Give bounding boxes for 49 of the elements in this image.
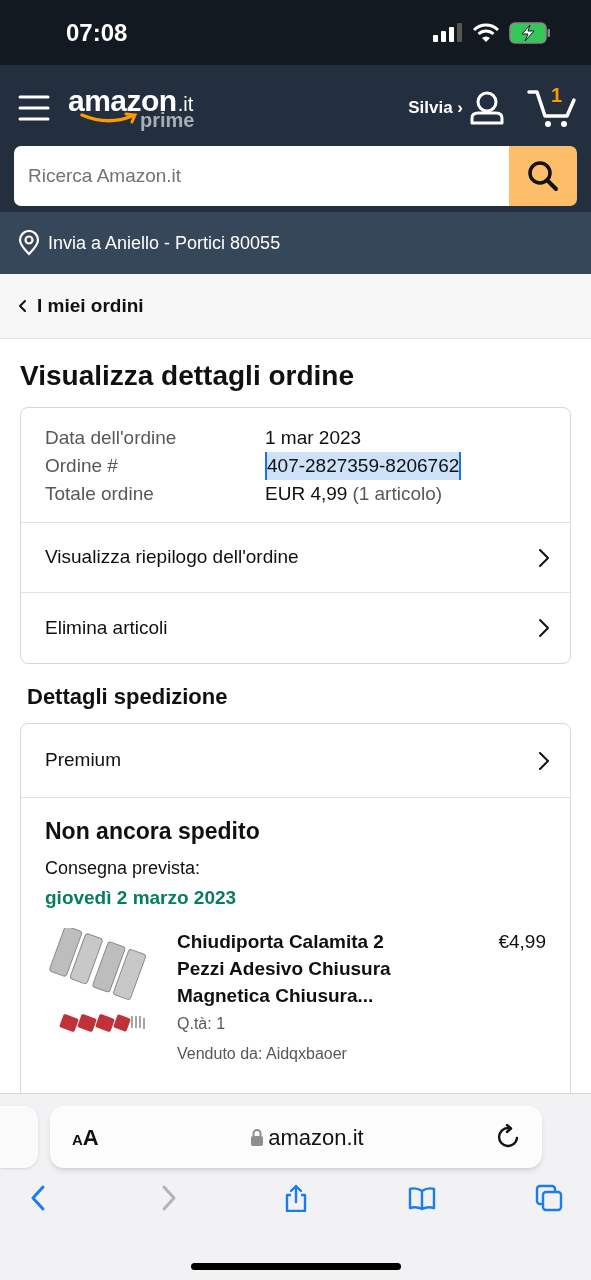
delivery-bar[interactable]: Invia a Aniello - Portici 80055 bbox=[0, 212, 591, 274]
battery-charging-icon bbox=[509, 21, 551, 44]
order-info-label: Totale ordine bbox=[45, 482, 155, 506]
tabs-icon[interactable] bbox=[535, 1184, 563, 1212]
order-info-value: 407-2827359-8206762 bbox=[265, 452, 462, 480]
status-time: 07:08 bbox=[66, 17, 128, 48]
delivery-estimate-label: Consegna prevista: bbox=[45, 856, 202, 880]
section-heading: Dettagli spedizione bbox=[27, 683, 229, 711]
order-link-label: Elimina articoli bbox=[45, 615, 168, 640]
amazon-prime-logo[interactable]: amazon.it prime bbox=[68, 86, 195, 130]
wifi-icon bbox=[473, 22, 499, 43]
page-title: Visualizza dettagli ordine bbox=[20, 359, 355, 393]
product-title-link[interactable]: Chiudiporta Calamita 2 Pezzi Adesivo Chiusura Magnetica Chiusura... bbox=[177, 928, 413, 1009]
url-text: amazon.it bbox=[268, 1123, 364, 1152]
order-info-label: Data dell'ordine bbox=[45, 426, 178, 450]
order-info-value: EUR 4,99 bbox=[265, 482, 348, 506]
address-bar[interactable]: AA amazon.it bbox=[50, 1106, 542, 1168]
account-link[interactable]: Silvia › bbox=[408, 95, 463, 121]
signal-icon bbox=[433, 22, 463, 43]
orders-link[interactable]: I miei ordini bbox=[37, 291, 144, 321]
cart-button[interactable]: 1 bbox=[527, 88, 577, 128]
shipping-method: Premium bbox=[45, 748, 121, 773]
chevron-right-icon bbox=[536, 547, 550, 568]
order-info-label: Ordine # bbox=[45, 454, 119, 478]
shipping-method-row[interactable]: Premium bbox=[21, 724, 570, 798]
search-field[interactable]: Ricerca Amazon.it bbox=[14, 146, 509, 206]
product-price: €4,99 bbox=[498, 930, 546, 954]
product-quantity: Q.tà: 1 bbox=[177, 1014, 227, 1034]
person-icon[interactable] bbox=[469, 90, 505, 126]
product-seller: Venduto da: Aidqxbaoer bbox=[177, 1044, 348, 1064]
search-button[interactable] bbox=[509, 146, 577, 206]
back-chevron-icon bbox=[18, 299, 27, 313]
menu-icon[interactable] bbox=[18, 94, 50, 122]
chevron-right-icon bbox=[536, 618, 550, 638]
order-link-row[interactable]: Elimina articoli bbox=[21, 593, 570, 663]
chevron-right-icon bbox=[536, 750, 550, 771]
order-link-label: Visualizza riepilogo dell'ordine bbox=[45, 545, 299, 570]
delivery-date: giovedì 2 marzo 2023 bbox=[45, 885, 238, 910]
book-icon[interactable] bbox=[408, 1184, 437, 1212]
text-size-button[interactable]: AA bbox=[72, 1120, 132, 1154]
order-info-note: (1 articolo) bbox=[352, 482, 443, 506]
reload-icon[interactable] bbox=[496, 1124, 520, 1150]
location-pin-icon bbox=[18, 230, 40, 256]
search-icon bbox=[527, 160, 559, 192]
shipment-status: Non ancora spedito bbox=[45, 817, 261, 846]
delivery-address: Invia a Aniello - Portici 80055 bbox=[48, 231, 281, 255]
order-info-value: 1 mar 2023 bbox=[265, 426, 362, 450]
order-link-row[interactable]: Visualizza riepilogo dell'ordine bbox=[21, 523, 570, 593]
lock-icon bbox=[250, 1128, 265, 1146]
